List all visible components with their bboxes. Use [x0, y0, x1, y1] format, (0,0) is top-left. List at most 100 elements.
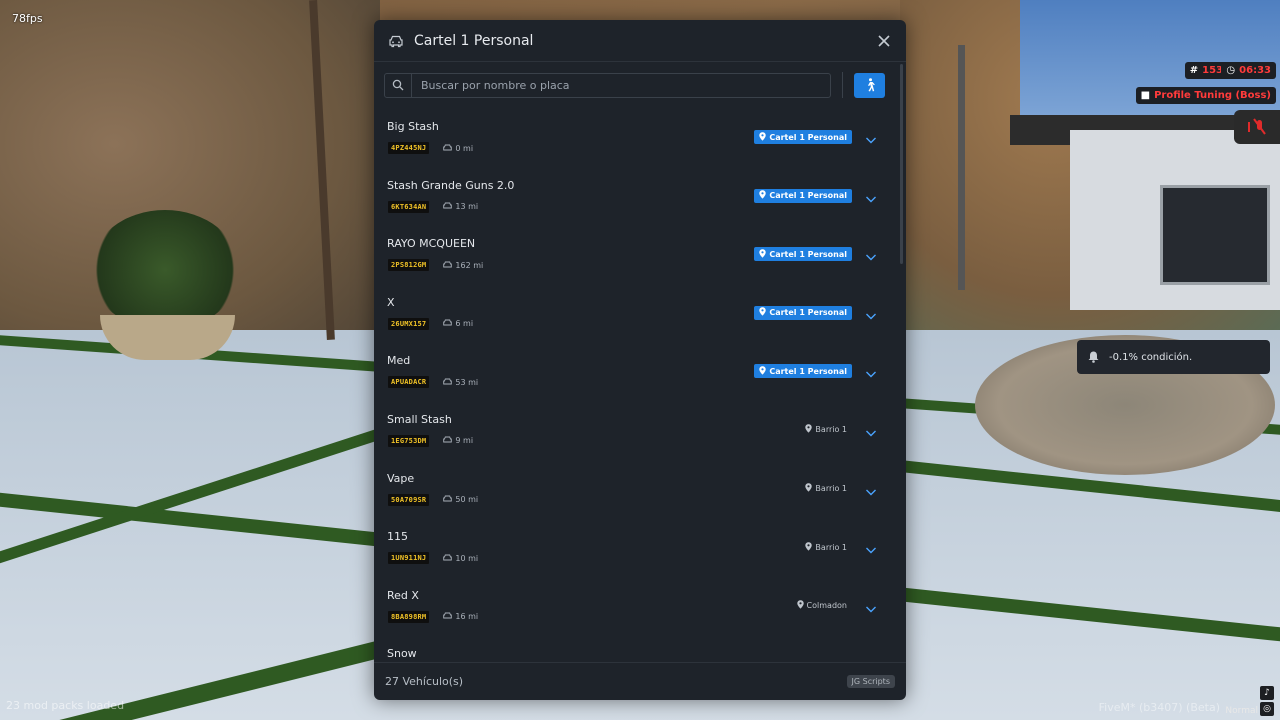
search-row — [384, 72, 886, 98]
microphone-icon: ♪ — [1260, 686, 1274, 700]
close-icon[interactable] — [876, 33, 892, 49]
car-distance-icon — [443, 319, 453, 328]
muted-mic-icon — [1248, 118, 1266, 135]
vehicle-distance: 162 mi — [443, 259, 483, 271]
chevron-down-icon[interactable] — [865, 190, 877, 203]
garage-modal: Cartel 1 Personal Big Stash 4PZ445NJ 0 mi C… — [374, 20, 906, 700]
voice-indicator — [1234, 110, 1280, 144]
vehicle-name: Red X — [387, 588, 419, 602]
garage-location-badge: Cartel 1 Personal — [754, 247, 852, 262]
car-distance-icon — [443, 436, 453, 445]
vehicle-row[interactable]: X 26UMX157 6 mi Cartel 1 Personal — [374, 290, 899, 349]
vehicle-list: Big Stash 4PZ445NJ 0 mi Cartel 1 Personal St… — [374, 114, 899, 662]
distance-text: 162 mi — [455, 260, 484, 270]
garage-location-badge: Barrio 1 — [805, 423, 847, 437]
distance-text: 9 mi — [455, 436, 474, 446]
vehicle-distance: 53 mi — [443, 376, 478, 388]
location-pin-icon — [796, 600, 804, 611]
list-scrollbar[interactable] — [900, 64, 903, 264]
chevron-down-icon[interactable] — [865, 600, 877, 613]
garage-location-badge: Cartel 1 Personal — [754, 305, 852, 320]
vehicle-row[interactable]: 115 1UN911NJ 10 mi Barrio 1 — [374, 524, 899, 583]
vehicle-row[interactable]: Big Stash 4PZ445NJ 0 mi Cartel 1 Personal — [374, 114, 899, 173]
walking-person-icon — [867, 78, 875, 92]
license-plate: 1UN911NJ — [388, 552, 430, 565]
job-name: Profile Tuning (Boss) — [1154, 90, 1271, 101]
chevron-down-icon[interactable] — [865, 365, 877, 378]
vehicle-name: X — [387, 295, 395, 309]
corner-icons: ♪ ◎ — [1260, 686, 1274, 716]
car-distance-icon — [443, 261, 453, 270]
car-distance-icon — [443, 554, 453, 563]
vehicle-distance: 9 mi — [443, 435, 473, 447]
car-distance-icon — [443, 202, 453, 211]
vehicle-row[interactable]: Vape 50A709SR 50 mi Barrio 1 — [374, 466, 899, 525]
license-plate: APUADACR — [388, 376, 430, 389]
garage-location-badge: Colmadon — [796, 599, 847, 613]
target-icon: ◎ — [1260, 702, 1274, 716]
search-box — [384, 72, 831, 98]
location-text: Cartel 1 Personal — [769, 308, 847, 318]
vehicle-name: Vape — [387, 471, 415, 485]
job-badge: ■ Profile Tuning (Boss) — [1135, 87, 1276, 104]
modal-header: Cartel 1 Personal — [374, 20, 906, 62]
lamp-pole — [958, 45, 965, 290]
location-text: Cartel 1 Personal — [769, 191, 847, 201]
location-pin-icon — [805, 483, 813, 494]
search-input[interactable] — [412, 78, 830, 92]
distance-text: 0 mi — [455, 143, 474, 153]
vehicle-row[interactable]: RAYO MCQUEEN 2PS812GM 162 mi Cartel 1 Perso… — [374, 231, 899, 290]
vehicle-name: Snow — [387, 647, 417, 661]
location-pin-icon — [805, 541, 813, 553]
garage-location-badge: Barrio 1 — [805, 482, 847, 496]
garage-location-badge: Barrio 1 — [805, 540, 847, 554]
vehicle-name: Big Stash — [387, 120, 439, 133]
license-plate: 2PS812GM — [388, 259, 430, 272]
vehicle-name: 115 — [387, 530, 408, 544]
bell-icon — [1088, 351, 1099, 363]
hash-icon: # — [1189, 65, 1199, 76]
chevron-down-icon[interactable] — [865, 483, 877, 496]
location-text: Barrio 1 — [815, 542, 847, 552]
mods-loaded-text: 23 mod packs loaded — [6, 699, 125, 712]
car-distance-icon — [443, 495, 453, 504]
voice-mode-label: Normal — [1225, 706, 1258, 716]
location-text: Cartel 1 Personal — [769, 366, 847, 376]
palm-plant — [90, 210, 240, 330]
location-pin-icon — [759, 131, 767, 143]
search-divider — [842, 72, 843, 98]
vehicle-distance: 6 mi — [443, 318, 473, 330]
chevron-down-icon[interactable] — [865, 307, 877, 320]
vehicle-count: 27 Vehículo(s) — [385, 675, 464, 688]
vehicle-distance: 16 mi — [443, 611, 478, 623]
vehicle-distance: 50 mi — [443, 494, 478, 506]
nearby-walk-button[interactable] — [854, 72, 885, 98]
location-pin-icon — [759, 190, 767, 201]
fivem-version: FiveM* (b3407) (Beta) — [1098, 701, 1220, 714]
garage-window — [1160, 185, 1270, 285]
license-plate: 26UMX157 — [388, 317, 430, 330]
vehicle-row[interactable]: Stash Grande Guns 2.0 6KT634AN 13 mi Cartel… — [374, 173, 899, 232]
vehicle-row[interactable]: Red X 8BA898RM 16 mi Colmadon — [374, 583, 899, 642]
distance-text: 6 mi — [455, 319, 474, 329]
chevron-down-icon[interactable] — [865, 131, 877, 144]
search-icon — [385, 73, 412, 97]
car-distance-icon — [443, 612, 453, 621]
clock-badge: ◷ 06:33 — [1221, 62, 1276, 79]
vehicle-row[interactable]: Med APUADACR 53 mi Cartel 1 Personal — [374, 348, 899, 407]
location-pin-icon — [759, 307, 767, 318]
vehicle-name: Med — [387, 354, 411, 368]
player-id: 153 — [1202, 65, 1223, 76]
vehicle-row[interactable]: Snow — [374, 641, 899, 662]
location-text: Barrio 1 — [815, 425, 847, 435]
chevron-down-icon[interactable] — [865, 424, 877, 437]
garage-location-badge: Cartel 1 Personal — [754, 130, 852, 144]
chevron-down-icon[interactable] — [865, 541, 877, 554]
vehicle-row[interactable]: Small Stash 1EG753DM 9 mi Barrio 1 — [374, 407, 899, 466]
distance-text: 10 mi — [455, 553, 479, 563]
distance-text: 16 mi — [455, 612, 479, 622]
clock-time: 06:33 — [1239, 65, 1271, 76]
chevron-down-icon[interactable] — [865, 248, 877, 261]
modal-footer: 27 Vehículo(s) JG Scripts — [374, 662, 906, 700]
garage-location-badge: Cartel 1 Personal — [754, 364, 852, 379]
